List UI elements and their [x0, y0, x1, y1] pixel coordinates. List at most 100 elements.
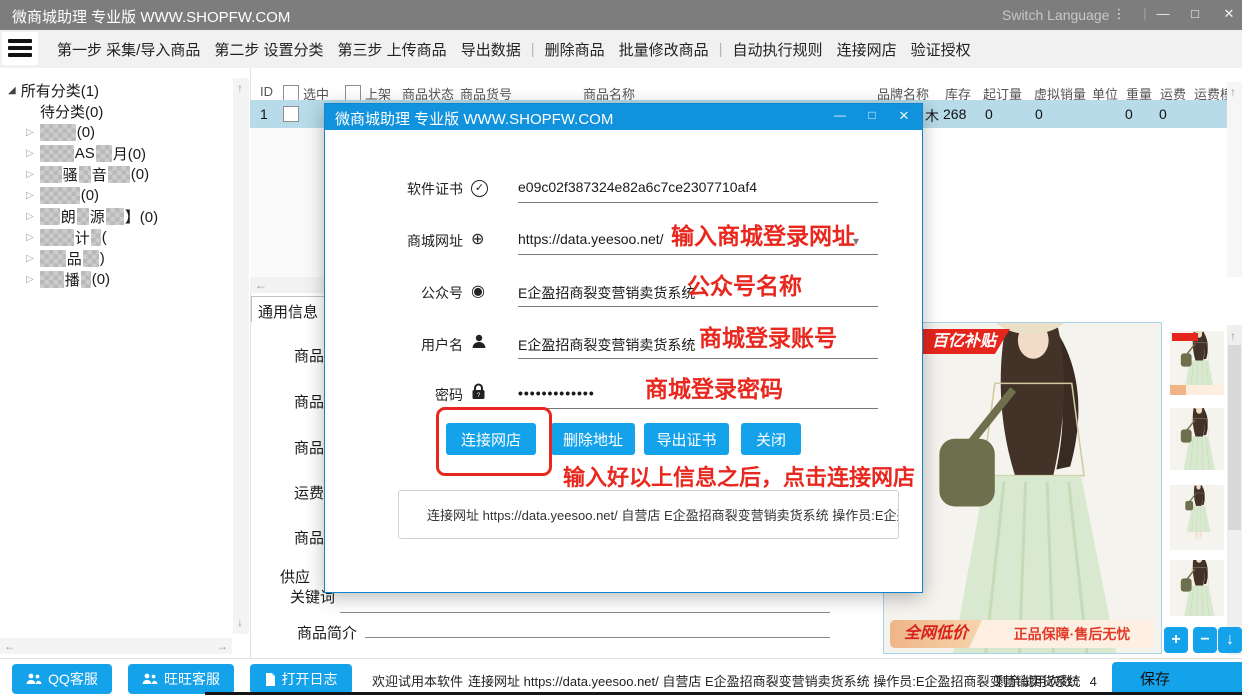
- dialog-minimize-icon[interactable]: —: [828, 108, 852, 126]
- table-vertical-scrollbar[interactable]: ↑: [1227, 82, 1242, 277]
- menu-item-delete[interactable]: 删除商品: [538, 39, 612, 60]
- row-stock: 268: [943, 106, 966, 122]
- tree-item[interactable]: ▷ 品 ): [26, 248, 105, 268]
- tree-item[interactable]: ▷ 骚 音 (0): [26, 164, 149, 184]
- minimize-icon[interactable]: —: [1152, 6, 1174, 24]
- save-button[interactable]: 保存: [1112, 662, 1242, 695]
- menu-item-connect-shop[interactable]: 连接网店: [830, 39, 904, 60]
- tree-item[interactable]: ▷ (0): [26, 185, 99, 205]
- close-icon[interactable]: ✕: [1218, 6, 1240, 24]
- tree-item[interactable]: ▷ 朗 源 】(0): [26, 206, 158, 226]
- tree-collapsed-icon[interactable]: ▷: [26, 169, 34, 180]
- delete-address-button[interactable]: 删除地址: [551, 423, 635, 455]
- shop-url-label: 商城网址: [355, 231, 463, 251]
- scroll-up-icon[interactable]: ↑: [1230, 330, 1236, 342]
- tree-collapsed-icon[interactable]: ▷: [26, 253, 34, 264]
- tree-item-label: 月(0): [113, 143, 146, 164]
- url-dropdown-icon[interactable]: ▾: [853, 234, 859, 248]
- password-input[interactable]: •••••••••••••: [518, 385, 595, 401]
- summary-field[interactable]: [365, 637, 830, 638]
- menu-item-step2[interactable]: 第二步 设置分类: [207, 39, 330, 60]
- scroll-down-icon[interactable]: ↓: [237, 616, 243, 628]
- menu-item-verify-auth[interactable]: 验证授权: [904, 39, 978, 60]
- official-account-icon: ◉: [471, 281, 489, 299]
- username-input[interactable]: E企盈招商裂变营销卖货系统: [518, 335, 695, 355]
- keywords-field[interactable]: [340, 612, 830, 613]
- tree-item-pending[interactable]: 待分类(0): [40, 101, 103, 121]
- shop-url-input[interactable]: https://data.yeesoo.net/: [518, 231, 664, 247]
- tree-item-label: 待分类(0): [40, 101, 103, 122]
- open-log-label: 打开日志: [282, 669, 338, 689]
- image-zoom-in-button[interactable]: +: [1164, 627, 1188, 653]
- product-thumbnail[interactable]: [1170, 331, 1224, 395]
- product-thumbnail[interactable]: [1170, 560, 1224, 616]
- guarantee-text: 正品保障·售后无忧: [990, 620, 1154, 648]
- tab-general-info[interactable]: 通用信息: [251, 296, 325, 322]
- tree-item-label: 品: [67, 248, 82, 269]
- export-cert-button[interactable]: 导出证书: [644, 423, 729, 455]
- listed-all-checkbox[interactable]: [345, 85, 361, 101]
- scrollbar-thumb[interactable]: [1228, 345, 1241, 530]
- tree-expanded-icon[interactable]: ◢: [8, 85, 16, 96]
- official-account-input[interactable]: E企盈招商裂变营销卖货系统: [518, 283, 695, 303]
- row-min-order: 0: [985, 106, 993, 122]
- hamburger-menu-icon[interactable]: [2, 32, 38, 65]
- more-options-icon[interactable]: ⋮: [1108, 6, 1130, 24]
- form-label-summary: 商品简介: [297, 622, 357, 643]
- maximize-icon[interactable]: □: [1184, 6, 1206, 24]
- scroll-up-icon[interactable]: ↑: [1230, 86, 1236, 98]
- close-dialog-button[interactable]: 关闭: [741, 423, 801, 455]
- welcome-text: 欢迎试用本软件: [372, 671, 463, 690]
- dialog-maximize-icon[interactable]: □: [860, 108, 884, 126]
- tree-collapsed-icon[interactable]: ▷: [26, 148, 34, 159]
- lowest-price-tag: 全网低价: [890, 620, 982, 648]
- scroll-left-icon[interactable]: ←: [4, 640, 16, 652]
- password-annotation: 商城登录密码: [645, 370, 783, 404]
- form-label-fragment: 商品: [294, 527, 324, 548]
- tree-item-label: (0): [131, 166, 149, 183]
- switch-language-button[interactable]: Switch Language: [1002, 7, 1109, 23]
- sidebar-vertical-scrollbar[interactable]: ↑ ↓: [233, 78, 249, 634]
- image-download-button[interactable]: ↓: [1218, 627, 1242, 653]
- row-checkbox[interactable]: [283, 106, 299, 122]
- scroll-right-icon[interactable]: →: [216, 640, 228, 652]
- menu-item-batch-edit[interactable]: 批量修改商品: [612, 39, 716, 60]
- menu-item-export[interactable]: 导出数据: [454, 39, 528, 60]
- menu-item-auto-rules[interactable]: 自动执行规则: [726, 39, 830, 60]
- tree-item[interactable]: ▷ 计 (: [26, 227, 107, 247]
- tree-collapsed-icon[interactable]: ▷: [26, 211, 34, 222]
- document-icon: [265, 673, 276, 686]
- product-thumbnail[interactable]: [1170, 408, 1224, 470]
- sidebar-horizontal-scrollbar[interactable]: ← →: [0, 638, 232, 654]
- dialog-close-icon[interactable]: ✕: [892, 108, 916, 126]
- tree-collapsed-icon[interactable]: ▷: [26, 190, 34, 201]
- tree-item[interactable]: ▷ 播 (0): [26, 269, 110, 289]
- scroll-up-icon[interactable]: ↑: [237, 82, 243, 94]
- menu-item-step3[interactable]: 第三步 上传商品: [331, 39, 454, 60]
- tree-collapsed-icon[interactable]: ▷: [26, 127, 34, 138]
- cert-value-input[interactable]: e09c02f387324e82a6c7ce2307710af4: [518, 179, 757, 195]
- tree-collapsed-icon[interactable]: ▷: [26, 274, 34, 285]
- col-id[interactable]: ID: [260, 84, 273, 99]
- censored-text: [91, 229, 101, 246]
- tree-collapsed-icon[interactable]: ▷: [26, 232, 34, 243]
- tree-item-label: (0): [77, 124, 95, 141]
- censored-text: [40, 124, 76, 141]
- tree-item-label: AS: [75, 145, 95, 162]
- open-log-button[interactable]: 打开日志: [250, 664, 352, 694]
- tree-item[interactable]: ▷ (0): [26, 122, 95, 142]
- menu-item-step1[interactable]: 第一步 采集/导入商品: [50, 39, 207, 60]
- image-zoom-out-button[interactable]: −: [1193, 627, 1217, 653]
- shop-url-underline: [518, 254, 878, 255]
- wangwang-support-button[interactable]: 旺旺客服: [128, 664, 234, 694]
- password-label: 密码: [355, 385, 463, 405]
- scroll-left-icon[interactable]: ←: [255, 279, 267, 291]
- product-thumbnail[interactable]: [1170, 485, 1224, 550]
- saved-connection-item[interactable]: 连接网址 https://data.yeesoo.net/ 自营店 E企盈招商裂…: [427, 505, 899, 524]
- qq-support-button[interactable]: QQ客服: [12, 664, 112, 694]
- select-all-checkbox[interactable]: [283, 85, 299, 101]
- product-main-image[interactable]: 百亿补贴 全网低价 正品保障·售后无忧: [883, 322, 1162, 654]
- tree-item[interactable]: ▷ AS 月(0): [26, 143, 146, 163]
- tree-item-all-categories[interactable]: ◢ 所有分类(1): [8, 80, 99, 100]
- thumbnail-scrollbar[interactable]: ↑ ↓: [1227, 325, 1242, 655]
